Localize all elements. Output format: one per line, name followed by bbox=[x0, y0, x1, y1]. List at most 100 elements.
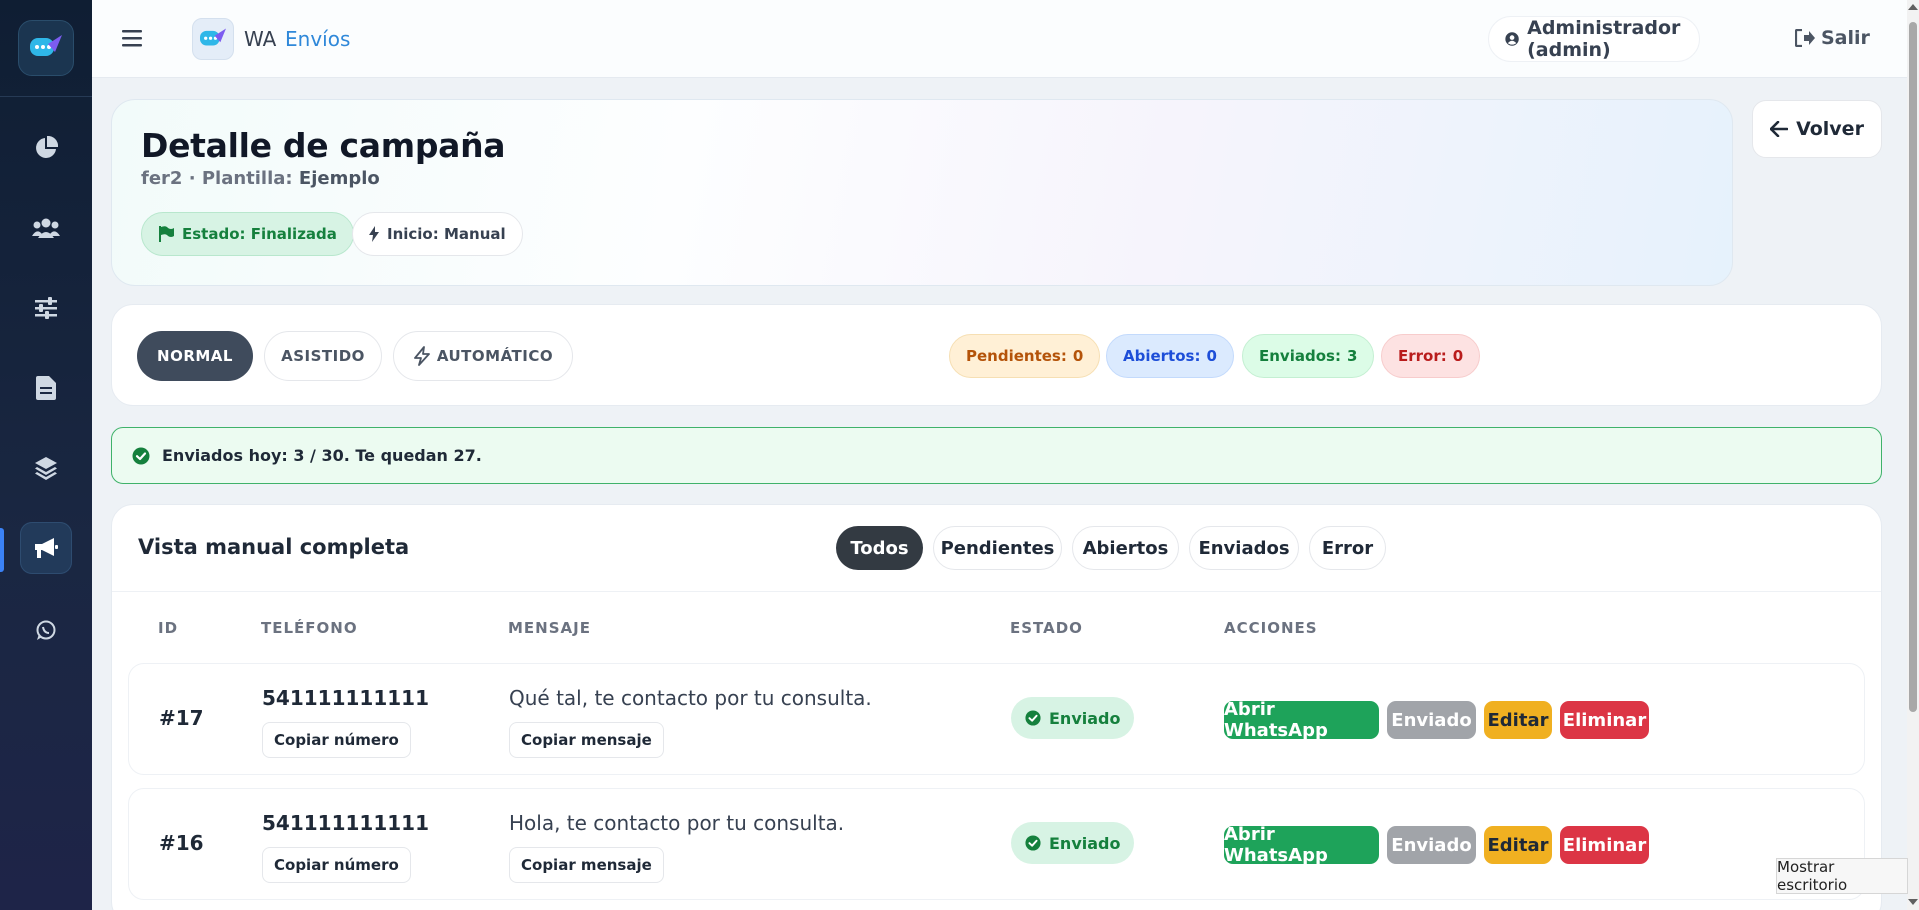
column-header-actions: ACCIONES bbox=[1224, 619, 1318, 637]
arrow-left-icon bbox=[1770, 121, 1789, 137]
start-mode-chip: Inicio: Manual bbox=[352, 212, 523, 256]
delete-button[interactable]: Eliminar bbox=[1560, 826, 1649, 864]
status-chip: Estado: Finalizada bbox=[141, 212, 354, 256]
status-badge-label: Enviado bbox=[1049, 708, 1121, 728]
filter-tab-enviados[interactable]: Enviados bbox=[1189, 526, 1299, 570]
back-label: Volver bbox=[1796, 118, 1864, 140]
menu-toggle-button[interactable] bbox=[122, 29, 142, 51]
mark-sent-label: Enviado bbox=[1391, 709, 1472, 731]
logout-button[interactable]: Salir bbox=[1795, 27, 1870, 49]
row-message: Qué tal, te contacto por tu consulta. bbox=[509, 686, 872, 710]
filter-tab-error[interactable]: Error bbox=[1309, 526, 1386, 570]
copy-message-button[interactable]: Copiar mensaje bbox=[509, 722, 664, 758]
layers-icon bbox=[35, 457, 57, 480]
card-divider bbox=[112, 591, 1881, 592]
copy-phone-button[interactable]: Copiar número bbox=[262, 722, 411, 758]
stat-enviados-label: Enviados: bbox=[1259, 347, 1341, 365]
open-whatsapp-label: Abrir WhatsApp bbox=[1224, 824, 1328, 866]
row-message: Hola, te contacto por tu consulta. bbox=[509, 811, 845, 835]
filter-tab-abiertos[interactable]: Abiertos bbox=[1072, 526, 1179, 570]
brand-logo[interactable] bbox=[192, 18, 234, 60]
campaign-name: fer2 bbox=[141, 168, 183, 189]
mode-automatico-label: AUTOMÁTICO bbox=[436, 347, 554, 365]
sidebar bbox=[0, 0, 92, 910]
mode-automatico-button[interactable]: AUTOMÁTICO bbox=[393, 331, 573, 381]
stat-pendientes-value: 0 bbox=[1072, 347, 1084, 365]
open-whatsapp-button[interactable]: Abrir WhatsApp bbox=[1224, 824, 1379, 866]
mark-sent-button[interactable]: Enviado bbox=[1387, 826, 1476, 864]
column-header-id: ID bbox=[158, 619, 179, 637]
campaign-header-card: Detalle de campaña fer2 · Plantilla: Eje… bbox=[111, 99, 1733, 286]
stat-pendientes-badge: Pendientes: 0 bbox=[949, 334, 1101, 378]
document-icon bbox=[36, 376, 56, 400]
delete-button[interactable]: Eliminar bbox=[1560, 701, 1649, 739]
sidebar-item-campaigns[interactable] bbox=[20, 522, 72, 574]
mark-sent-button[interactable]: Enviado bbox=[1387, 701, 1476, 739]
sidebar-item-settings[interactable] bbox=[20, 282, 72, 334]
mode-asistido-button[interactable]: ASISTIDO bbox=[264, 331, 382, 381]
stat-pendientes-label: Pendientes: bbox=[966, 347, 1067, 365]
sidebar-item-whatsapp[interactable] bbox=[20, 604, 72, 656]
sidebar-item-dashboard[interactable] bbox=[20, 122, 72, 174]
mark-sent-label: Enviado bbox=[1391, 834, 1472, 856]
copy-message-label: Copiar mensaje bbox=[521, 856, 652, 874]
bolt-outline-icon bbox=[413, 346, 430, 366]
flag-icon bbox=[159, 226, 174, 242]
stat-abiertos-badge: Abiertos: 0 bbox=[1106, 334, 1234, 378]
filter-tab-todos[interactable]: Todos bbox=[836, 526, 923, 570]
sliders-icon bbox=[35, 297, 57, 319]
pie-chart-icon bbox=[36, 136, 58, 158]
row-id: #16 bbox=[159, 831, 204, 855]
manual-view-card: Vista manual completa Todos Pendientes A… bbox=[111, 504, 1882, 910]
copy-phone-button[interactable]: Copiar número bbox=[262, 847, 411, 883]
sidebar-divider bbox=[0, 96, 92, 97]
open-whatsapp-button[interactable]: Abrir WhatsApp bbox=[1224, 699, 1379, 741]
copy-phone-label: Copiar número bbox=[274, 856, 399, 874]
sign-out-icon bbox=[1795, 29, 1815, 47]
back-button[interactable]: Volver bbox=[1752, 100, 1882, 158]
copy-message-button[interactable]: Copiar mensaje bbox=[509, 847, 664, 883]
megaphone-icon bbox=[35, 538, 58, 558]
column-header-message: MENSAJE bbox=[508, 619, 591, 637]
status-badge: Enviado bbox=[1011, 822, 1135, 864]
sidebar-item-lists[interactable] bbox=[20, 442, 72, 494]
filter-tab-label: Enviados bbox=[1198, 537, 1290, 559]
table-row: #16 541111111111 Copiar número Hola, te … bbox=[128, 788, 1865, 900]
user-menu[interactable]: Administrador (admin) bbox=[1488, 16, 1700, 62]
status-badge: Enviado bbox=[1011, 697, 1135, 739]
stat-abiertos-value: 0 bbox=[1206, 347, 1217, 365]
brand-name[interactable]: WA bbox=[244, 27, 276, 51]
stat-enviados-value: 3 bbox=[1346, 347, 1358, 365]
filter-tab-label: Pendientes bbox=[940, 537, 1055, 559]
filter-tab-label: Error bbox=[1321, 537, 1374, 559]
stat-enviados-badge: Enviados: 3 bbox=[1242, 334, 1375, 378]
page-title: Detalle de campaña bbox=[141, 126, 506, 165]
sidebar-item-contacts[interactable] bbox=[20, 202, 72, 254]
check-circle-icon bbox=[1025, 710, 1041, 726]
edit-button[interactable]: Editar bbox=[1484, 701, 1552, 739]
edit-button[interactable]: Editar bbox=[1484, 826, 1552, 864]
open-whatsapp-label: Abrir WhatsApp bbox=[1224, 699, 1328, 741]
show-desktop-tooltip: Mostrar escritorio bbox=[1776, 858, 1908, 894]
tooltip-text: Mostrar escritorio bbox=[1777, 858, 1848, 894]
scroll-down-arrow-icon[interactable] bbox=[1908, 899, 1918, 905]
start-mode-label: Inicio: Manual bbox=[387, 225, 506, 243]
copy-message-label: Copiar mensaje bbox=[521, 731, 652, 749]
status-chip-label: Estado: Finalizada bbox=[182, 225, 337, 243]
stat-error-badge: Error: 0 bbox=[1381, 334, 1481, 378]
hamburger-icon bbox=[122, 30, 142, 47]
mode-normal-button[interactable]: NORMAL bbox=[137, 331, 253, 381]
scroll-up-arrow-icon[interactable] bbox=[1908, 4, 1918, 10]
app-logo[interactable] bbox=[18, 20, 74, 76]
table-row: #17 541111111111 Copiar número Qué tal, … bbox=[128, 663, 1865, 775]
brand-name-accent[interactable]: Envíos bbox=[285, 27, 350, 51]
filter-tab-pendientes[interactable]: Pendientes bbox=[933, 526, 1062, 570]
stat-error-value: 0 bbox=[1452, 347, 1464, 365]
column-header-status: ESTADO bbox=[1010, 619, 1083, 637]
status-badge-label: Enviado bbox=[1049, 833, 1121, 853]
sidebar-item-templates[interactable] bbox=[20, 362, 72, 414]
mode-asistido-label: ASISTIDO bbox=[281, 347, 365, 365]
scrollbar-thumb[interactable] bbox=[1909, 22, 1917, 712]
filter-tab-label: Todos bbox=[850, 537, 909, 559]
mode-normal-label: NORMAL bbox=[157, 347, 233, 365]
